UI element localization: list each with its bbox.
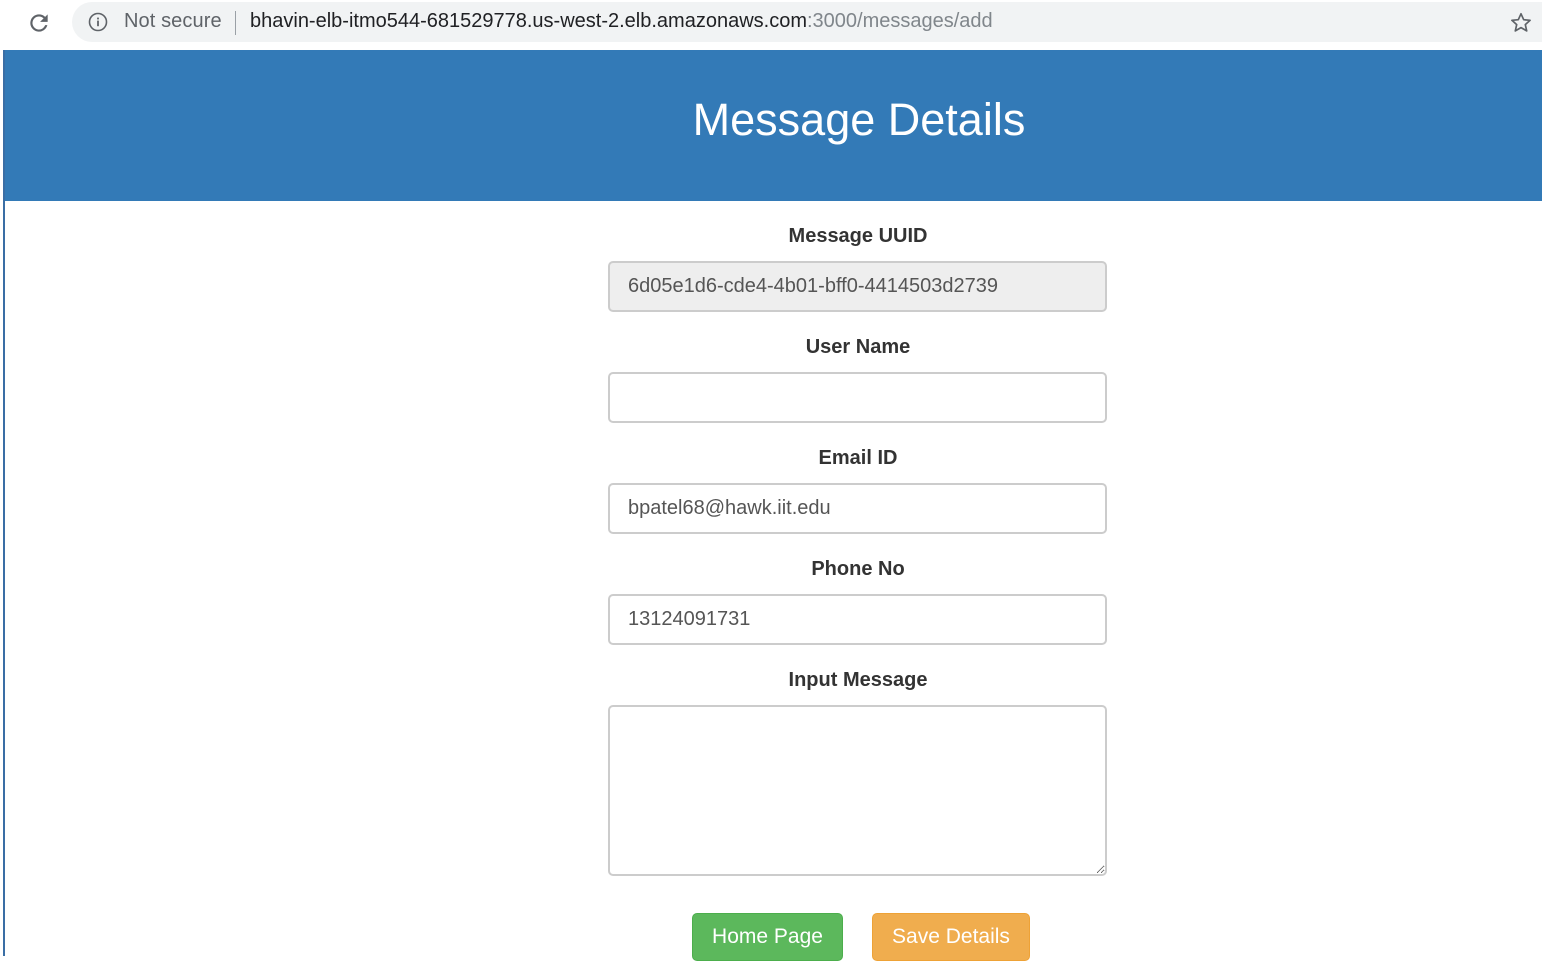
url-text[interactable]: bhavin-elb-itmo544-681529778.us-west-2.e…	[250, 10, 993, 33]
username-field[interactable]	[608, 372, 1107, 423]
email-field[interactable]	[608, 483, 1107, 534]
info-icon[interactable]	[88, 12, 108, 32]
message-label: Input Message	[788, 669, 928, 691]
page-title: Message Details	[692, 94, 1026, 145]
username-label: User Name	[805, 336, 911, 358]
page-content: Message Details Message UUID User Name E…	[3, 50, 1542, 961]
uuid-field[interactable]	[608, 261, 1107, 312]
save-details-button[interactable]: Save Details	[872, 913, 1030, 961]
uuid-label: Message UUID	[788, 225, 928, 247]
email-label: Email ID	[818, 447, 898, 469]
browser-toolbar: Not secure bhavin-elb-itmo544-681529778.…	[0, 0, 1542, 50]
address-bar[interactable]: Not secure bhavin-elb-itmo544-681529778.…	[72, 2, 1542, 42]
security-label[interactable]: Not secure	[124, 10, 222, 33]
url-path: :3000/messages/add	[806, 10, 993, 32]
reload-icon[interactable]	[26, 10, 52, 36]
url-host: bhavin-elb-itmo544-681529778.us-west-2.e…	[250, 10, 807, 32]
message-textarea[interactable]	[608, 705, 1107, 876]
page-header: Message Details	[5, 50, 1542, 201]
phone-field[interactable]	[608, 594, 1107, 645]
phone-label: Phone No	[811, 558, 905, 580]
home-page-button[interactable]: Home Page	[692, 913, 843, 961]
star-icon[interactable]	[1509, 11, 1533, 35]
address-divider	[235, 11, 236, 35]
